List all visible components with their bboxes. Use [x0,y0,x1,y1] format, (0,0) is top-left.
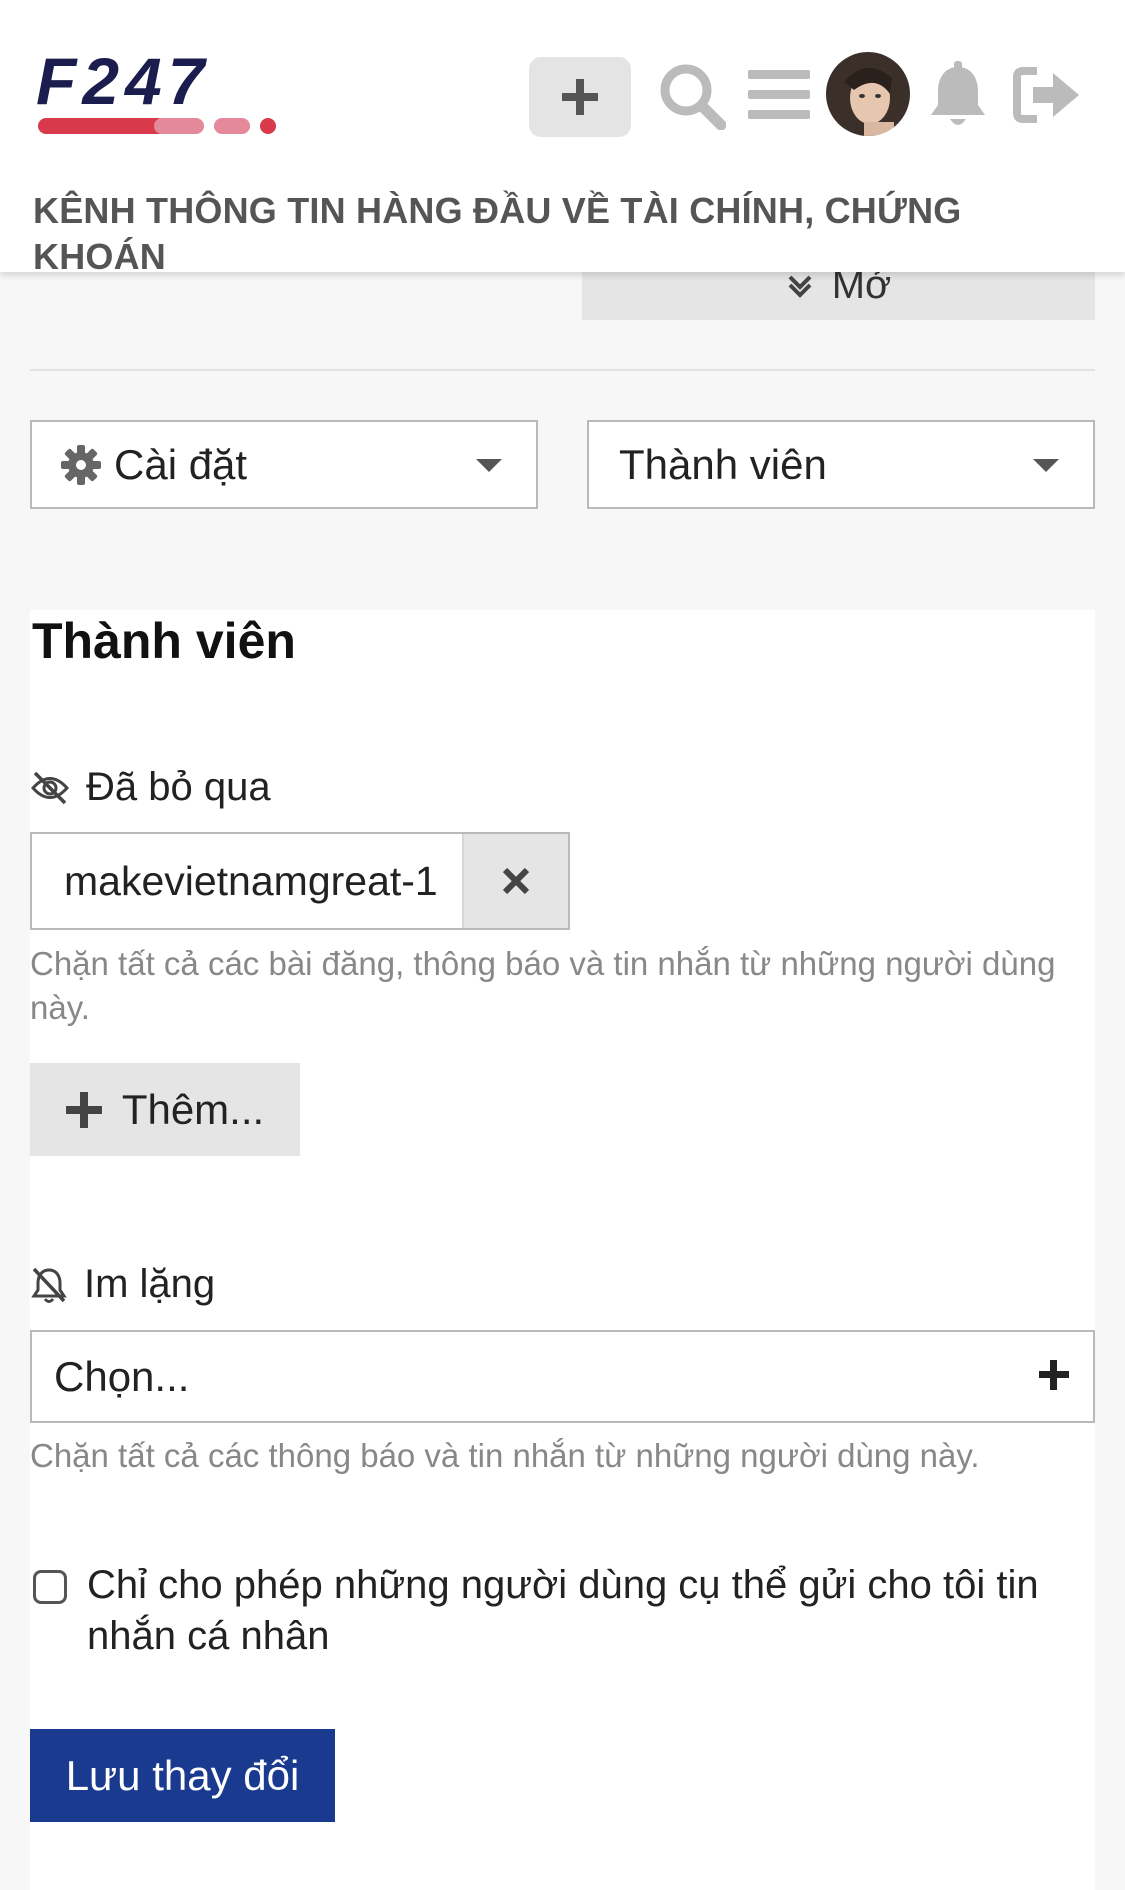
caret-down-icon [1033,459,1059,472]
plus-icon [562,79,598,115]
add-ignored-user-button[interactable]: Thêm... [30,1063,300,1156]
logout-icon [1013,67,1079,123]
site-header: F247 KÊNH THÔNG TIN HÀNG ĐẦU VỀ TÀI CHÍN… [0,0,1125,277]
notifications-button[interactable] [925,58,991,134]
settings-dropdown-label: Cài đặt [114,440,248,488]
site-tagline: KÊNH THÔNG TIN HÀNG ĐẦU VỀ TÀI CHÍNH, CH… [33,190,962,277]
settings-dropdown[interactable]: Cài đặt [30,420,538,509]
allow-pm-checkbox[interactable] [33,1570,67,1604]
site-logo[interactable]: F247 [36,52,336,142]
logo-text: F247 [36,52,210,118]
search-icon [660,64,726,130]
muted-users-label: Im lặng [30,1262,215,1307]
ignored-users-hint: Chặn tất cả các bài đăng, thông báo và t… [30,945,1056,1026]
ignored-users-label: Đã bỏ qua [30,765,271,810]
plus-icon [1039,1360,1069,1390]
search-button[interactable] [656,60,728,132]
section-dropdown[interactable]: Thành viên [587,420,1095,509]
caret-down-icon [476,459,502,472]
close-icon [502,867,530,895]
avatar-image [826,52,910,136]
eye-slash-icon [30,771,70,804]
logout-button[interactable] [1012,64,1084,126]
add-ignored-user-label: Thêm... [121,1085,265,1133]
menu-icon [748,70,810,119]
gear-icon [61,444,101,485]
new-post-button[interactable] [529,57,631,137]
page-title: Thành viên [32,613,296,669]
bell-icon [931,61,985,125]
avatar[interactable] [826,52,910,136]
menu-button[interactable] [746,64,812,126]
plus-icon [65,1091,102,1128]
allow-pm-option[interactable]: Chỉ cho phép những người dùng cụ thể gửi… [33,1560,1093,1662]
remove-ignored-user-button[interactable] [462,834,568,928]
ignored-user-tag: makevietnamgreat-1 [30,832,570,930]
allow-pm-label[interactable]: Chỉ cho phép những người dùng cụ thể gửi… [87,1560,1087,1662]
ignored-user-name: makevietnamgreat-1 [64,857,438,904]
bell-slash-icon [31,1267,67,1303]
muted-users-label-text: Im lặng [84,1262,216,1306]
muted-users-input[interactable]: Chọn... [30,1330,1095,1423]
section-dropdown-label: Thành viên [619,440,827,488]
muted-users-placeholder: Chọn... [54,1352,190,1400]
save-button[interactable]: Lưu thay đổi [30,1729,335,1822]
divider [30,369,1095,371]
muted-users-hint: Chặn tất cả các thông báo và tin nhắn từ… [30,1437,980,1474]
ignored-users-label-text: Đã bỏ qua [86,765,271,809]
